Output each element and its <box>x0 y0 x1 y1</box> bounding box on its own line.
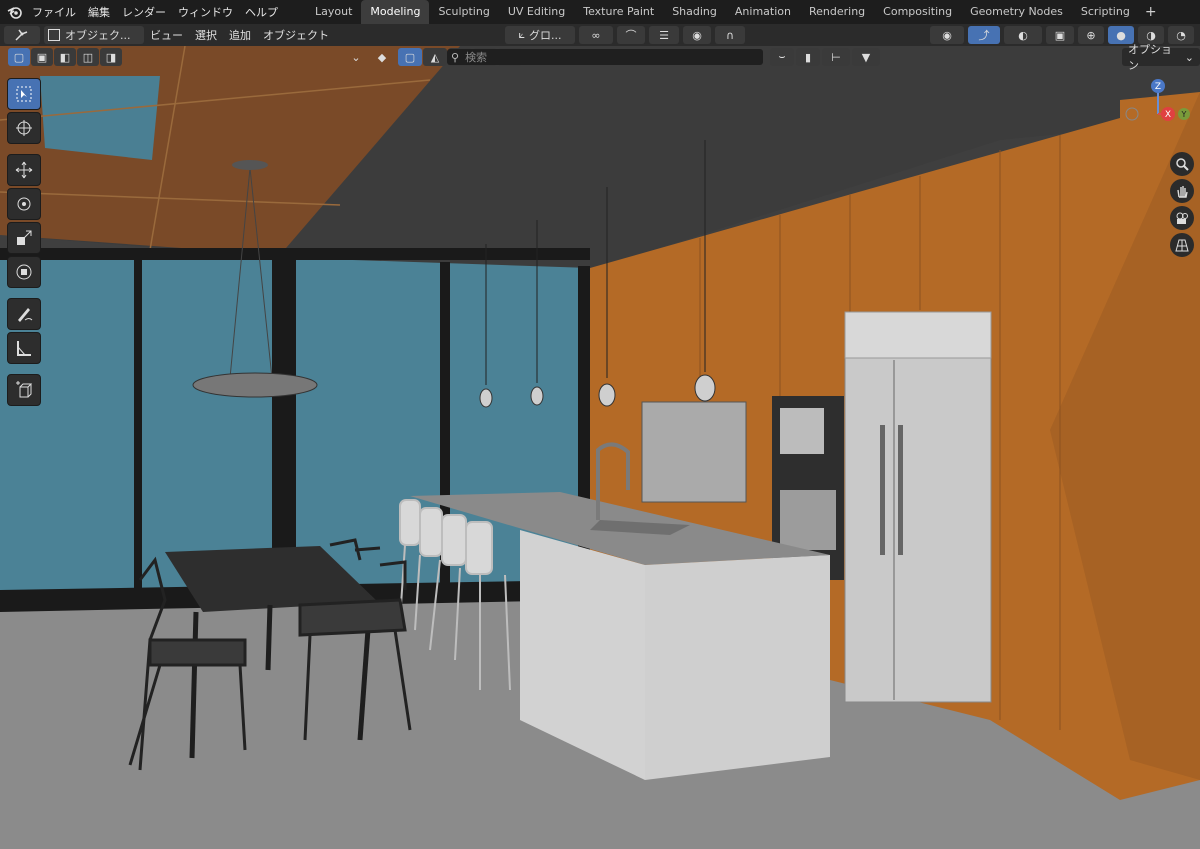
tab-sculpting[interactable]: Sculpting <box>429 0 498 24</box>
move-icon[interactable] <box>7 154 41 186</box>
proportional-edit-toggle[interactable]: ◉ <box>683 26 711 44</box>
viewport-header: オブジェク... ビュー 選択 追加 オブジェクト ⟀ グロ... ∞ ⌒ ☰ … <box>0 24 1200 46</box>
axis-gizmo[interactable]: Z X Y <box>1118 76 1200 136</box>
add-menu[interactable]: 追加 <box>223 27 257 43</box>
menu-window[interactable]: ウィンドウ <box>172 4 239 20</box>
transform-icon[interactable] <box>7 256 41 288</box>
workspace-tabs: Layout Modeling Sculpting UV Editing Tex… <box>306 0 1163 24</box>
orientation-label: グロ... <box>529 29 562 42</box>
overlay-toggle[interactable]: ◐ <box>1004 26 1042 44</box>
gizmo-toggle[interactable]: ⤴ <box>968 26 1000 44</box>
tab-uv-editing[interactable]: UV Editing <box>499 0 574 24</box>
chevron-down-icon: ⌄ <box>1184 50 1194 64</box>
tab-compositing[interactable]: Compositing <box>874 0 961 24</box>
select-mode-box-button[interactable]: ▢ <box>8 48 30 66</box>
select-mode-intersect-button[interactable]: ◨ <box>100 48 122 66</box>
tab-modeling[interactable]: Modeling <box>361 0 430 24</box>
3d-viewport[interactable] <box>0 46 1200 849</box>
top-bar: ファイル 編集 レンダー ウィンドウ ヘルプ Layout Modeling S… <box>0 0 1200 24</box>
rotate-icon[interactable] <box>7 188 41 220</box>
tab-rendering[interactable]: Rendering <box>800 0 874 24</box>
select-mode-invert-button[interactable]: ◫ <box>77 48 99 66</box>
scene-render <box>0 46 1200 849</box>
add-cube-icon[interactable] <box>7 374 41 406</box>
falloff-dropdown[interactable]: ∩ <box>715 26 745 44</box>
filter-buttons: ⌣ ▮ ⊢ ▼ <box>766 48 880 66</box>
select-mode-extend-button[interactable]: ▣ <box>31 48 53 66</box>
tab-shading[interactable]: Shading <box>663 0 726 24</box>
tab-animation[interactable]: Animation <box>726 0 800 24</box>
navigation-gizmo[interactable]: Z X Y <box>1118 76 1200 257</box>
bookmark-icon[interactable]: ▮ <box>796 48 820 66</box>
cursor-icon[interactable] <box>7 112 41 144</box>
orientation-icon: ⟀ <box>518 28 526 41</box>
transform-orientation-dropdown[interactable]: ⟀ グロ... <box>505 26 575 44</box>
zoom-icon[interactable] <box>1170 152 1194 176</box>
object-mode-icon <box>48 29 60 41</box>
menu-help[interactable]: ヘルプ <box>239 4 284 20</box>
options-label: オプション <box>1128 43 1172 72</box>
snap-toggle[interactable]: ⌒ <box>617 26 645 44</box>
search-placeholder: 検索 <box>465 51 488 64</box>
menu-file[interactable]: ファイル <box>26 4 82 20</box>
search-icon: ⚲ <box>451 50 460 64</box>
menu-render[interactable]: レンダー <box>116 4 172 20</box>
restrict-toggle-icon[interactable]: ⌣ <box>770 48 794 66</box>
menu-edit[interactable]: 編集 <box>82 4 116 20</box>
y-axis-label: Y <box>1181 110 1187 119</box>
cabinet-opening <box>641 401 747 503</box>
filter-color-icon[interactable]: ◆ <box>370 48 394 66</box>
select-box-icon[interactable] <box>7 78 41 110</box>
view-menu[interactable]: ビュー <box>144 27 189 43</box>
xray-toggle[interactable]: ▣ <box>1046 26 1074 44</box>
camera-icon[interactable] <box>1170 206 1194 230</box>
tab-texture-paint[interactable]: Texture Paint <box>574 0 663 24</box>
filter-mesh-icon[interactable]: ◭ <box>423 48 447 66</box>
visibility-dropdown[interactable]: ◉ <box>930 26 964 44</box>
skylight <box>40 76 160 160</box>
neg-x-handle[interactable] <box>1125 107 1139 121</box>
tab-layout[interactable]: Layout <box>306 0 361 24</box>
scale-icon[interactable] <box>7 222 41 254</box>
x-axis-label: X <box>1165 110 1171 120</box>
blender-logo-icon[interactable] <box>4 0 26 24</box>
measure-icon[interactable] <box>7 332 41 364</box>
filter-object-icon[interactable]: ▢ <box>398 48 422 66</box>
snap-target-dropdown[interactable]: ☰ <box>649 26 679 44</box>
grid-icon[interactable] <box>1170 233 1194 257</box>
add-workspace-button[interactable]: + <box>1139 4 1163 20</box>
shading-wireframe-button[interactable]: ⊕ <box>1078 26 1104 44</box>
object-menu[interactable]: オブジェクト <box>257 27 335 43</box>
tab-scripting[interactable]: Scripting <box>1072 0 1139 24</box>
hand-icon[interactable] <box>1170 179 1194 203</box>
mode-label: オブジェク... <box>65 29 131 42</box>
hierarchy-icon[interactable]: ⊢ <box>822 48 850 66</box>
mode-dropdown[interactable]: オブジェク... <box>44 26 144 44</box>
z-axis-label: Z <box>1155 82 1161 92</box>
viewport-search-input[interactable]: ⚲ 検索 <box>447 49 763 65</box>
collapse-chevron-icon[interactable]: ⌄ <box>346 48 366 66</box>
options-dropdown[interactable]: オプション ⌄ <box>1122 43 1200 72</box>
refrigerator <box>844 311 992 703</box>
select-menu[interactable]: 選択 <box>189 27 223 43</box>
tab-geometry-nodes[interactable]: Geometry Nodes <box>961 0 1072 24</box>
select-mode-subtract-button[interactable]: ◧ <box>54 48 76 66</box>
filter-icon[interactable]: ▼ <box>852 48 880 66</box>
tool-shelf <box>7 76 43 408</box>
editor-type-button[interactable] <box>4 26 40 44</box>
annotate-icon[interactable] <box>7 298 41 330</box>
pivot-point-button[interactable]: ∞ <box>579 26 613 44</box>
